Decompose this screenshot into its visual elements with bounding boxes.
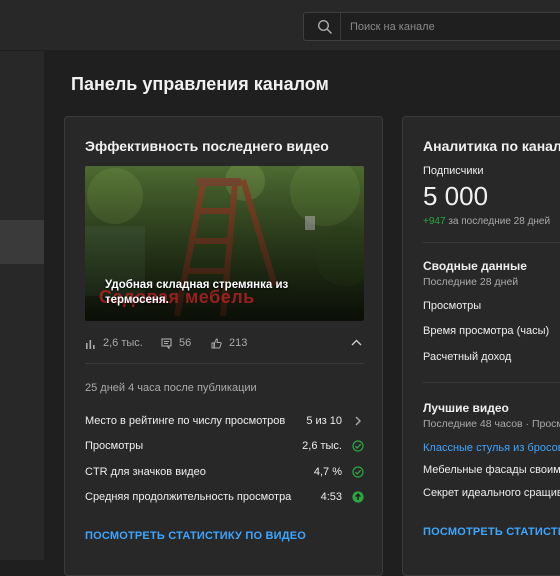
top-video-link[interactable]: Классные стулья из бросовых (423, 442, 560, 454)
arrow-up-circle-icon (352, 491, 364, 503)
metric-row-avg-duration: Средняя продолжительность просмотра 4:53 (85, 491, 364, 507)
bar-chart-icon (86, 339, 95, 349)
search-icon[interactable] (317, 19, 333, 35)
subscribers-count: 5 000 (423, 181, 489, 211)
analytics-title: Аналитика по каналу (423, 138, 560, 154)
metric-label: Просмотры (85, 440, 144, 452)
subscribers-delta-period: за последние 28 дней (448, 216, 551, 227)
summary-item-views: Просмотры (423, 300, 482, 312)
top-bar (0, 0, 560, 50)
comment-icon (161, 337, 172, 349)
metric-row-views: Просмотры 2,6 тыс. (85, 440, 364, 456)
divider (423, 242, 560, 243)
latest-video-card: Эффективность последнего видео Садовая м… (64, 116, 383, 576)
video-stats-row: 2,6 тыс. 56 213 (85, 335, 364, 353)
divider (85, 363, 364, 364)
views-count: 2,6 тыс. (103, 337, 143, 349)
check-circle-icon (352, 440, 364, 452)
video-stats-button[interactable]: ПОСМОТРЕТЬ СТАТИСТИКУ ПО ВИДЕО (85, 530, 306, 542)
top-video-item[interactable]: Мебельные фасады своими (423, 464, 560, 476)
summary-title: Сводные данные (423, 259, 527, 273)
metric-value: 4:53 (320, 491, 342, 503)
comments-count: 56 (179, 337, 192, 349)
metric-value: 4,7 % (313, 466, 342, 478)
search-divider (340, 13, 341, 40)
metric-row-ranking[interactable]: Место в рейтинге по числу просмотров 5 и… (85, 415, 364, 431)
chevron-up-icon[interactable] (351, 339, 362, 346)
channel-search[interactable] (303, 12, 560, 41)
metric-value: 2,6 тыс. (302, 440, 342, 452)
thumbnail-caption: Удобная складная стремянка из термосеня. (105, 279, 289, 306)
latest-video-title: Эффективность последнего видео (85, 138, 329, 154)
metric-value: 5 из 10 (306, 415, 342, 427)
views-stat: 2,6 тыс. (85, 337, 143, 349)
video-thumbnail[interactable]: Садовая мебель Удобная складная стремянк… (85, 166, 364, 321)
sidebar-item-dashboard[interactable] (0, 220, 44, 264)
thumbs-up-icon (211, 337, 222, 348)
metric-label: Средняя продолжительность просмотра (85, 491, 292, 503)
subscribers-label: Подписчики (423, 165, 484, 177)
metric-row-ctr: CTR для значков видео 4,7 % (85, 466, 364, 482)
top-video-item[interactable]: Секрет идеального сращивания (423, 487, 560, 499)
divider (423, 382, 560, 383)
search-input[interactable] (350, 13, 560, 40)
sidebar-separator (0, 50, 44, 51)
summary-period: Последние 28 дней (423, 276, 519, 288)
metric-label: CTR для значков видео (85, 466, 206, 478)
page-title: Панель управления каналом (71, 74, 329, 94)
likes-count: 213 (229, 337, 248, 349)
top-videos-title: Лучшие видео (423, 401, 509, 415)
likes-stat: 213 (211, 337, 247, 349)
subscribers-delta: +947 за последние 28 дней (423, 216, 550, 227)
top-videos-period: Последние 48 часов · Просмотры (423, 418, 560, 430)
channel-analytics-card: Аналитика по каналу Подписчики 5 000 +94… (402, 116, 560, 576)
comments-stat: 56 (161, 337, 191, 349)
since-published-text: 25 дней 4 часа после публикации (85, 382, 257, 394)
channel-stats-button[interactable]: ПОСМОТРЕТЬ СТАТИСТИКУ (423, 526, 560, 538)
summary-item-watch-time: Время просмотра (часы) (423, 325, 550, 337)
check-circle-icon (352, 466, 364, 478)
subscribers-delta-value: +947 (423, 216, 446, 227)
metric-label: Место в рейтинге по числу просмотров (85, 415, 286, 427)
sidebar (0, 50, 44, 560)
summary-item-revenue: Расчетный доход (423, 351, 512, 363)
chevron-right-icon[interactable] (352, 415, 364, 427)
